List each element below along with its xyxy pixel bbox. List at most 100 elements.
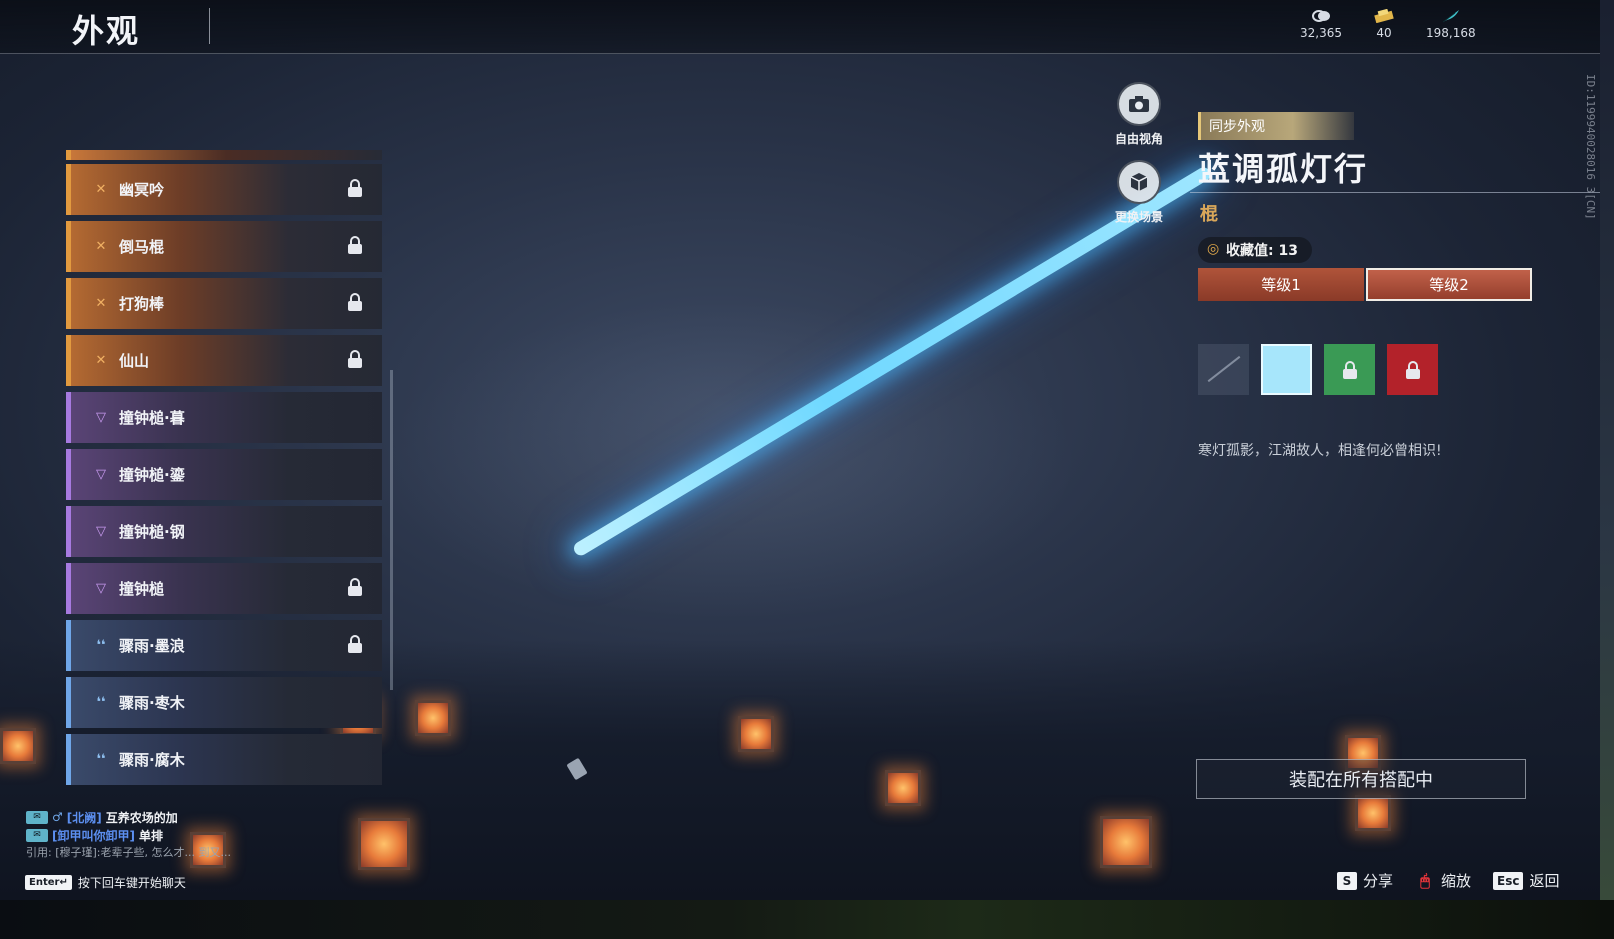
list-item-label: 撞钟槌·暮 xyxy=(119,409,185,427)
list-item-label: 骤雨·枣木 xyxy=(119,694,185,712)
list-item[interactable]: ▽ 撞钟槌 xyxy=(66,563,382,614)
mouse-icon: 🖱 xyxy=(1420,870,1430,890)
free-camera-button[interactable]: 自由视角 xyxy=(1110,82,1168,147)
item-name: 蓝调孤灯行 xyxy=(1198,150,1369,188)
chat-sender[interactable]: [北阙] xyxy=(67,809,102,826)
lock-icon xyxy=(348,350,362,368)
currency-coin[interactable]: 32,365 xyxy=(1300,8,1342,40)
chat-text: 互养农场的加 xyxy=(105,810,178,825)
equip-all-button[interactable]: 装配在所有搭配中 xyxy=(1196,759,1526,799)
rarity-purple-icon: ▽ xyxy=(96,524,106,539)
lock-icon xyxy=(348,578,362,596)
key-esc: Esc xyxy=(1493,871,1524,890)
back-label: 返回 xyxy=(1529,872,1560,890)
rarity-orange-icon: ✕ xyxy=(95,239,107,254)
list-item-label: 打狗棒 xyxy=(119,295,165,313)
chat-text: 单排 xyxy=(138,828,163,843)
chat-panel: ✉ ♂ [北阙] 互养农场的加 ✉ [卸甲叫你卸甲] 单排 引用: [穆子瑾]:… xyxy=(26,808,326,862)
list-item-label: 撞钟槌 xyxy=(119,580,165,598)
zoom-button[interactable]: 🖱 缩放 xyxy=(1415,870,1471,891)
list-item-label: 倒马棍 xyxy=(119,238,165,256)
right-edge xyxy=(1600,0,1614,900)
list-item[interactable]: ▽ 撞钟槌·鎏 xyxy=(66,449,382,500)
lantern xyxy=(885,770,921,806)
list-item-label: 撞钟槌·鎏 xyxy=(119,466,185,484)
list-item[interactable]: ✕ 仙山 xyxy=(66,335,382,386)
lantern xyxy=(1100,816,1152,868)
currency-bar: 32,365 40 198,168 xyxy=(1300,8,1476,40)
list-item[interactable]: ▽ 撞钟槌·钢 xyxy=(66,506,382,557)
page-title: 外观 xyxy=(72,12,141,50)
tab-level-2[interactable]: 等级2 xyxy=(1366,268,1532,301)
chat-input-hint[interactable]: Enter↵ 按下回车键开始聊天 xyxy=(25,874,186,891)
key-s: S xyxy=(1337,871,1357,890)
spiral-icon: ◎ xyxy=(1207,241,1220,257)
list-item[interactable]: ✕ 打狗棒 xyxy=(66,278,382,329)
swatch-none[interactable] xyxy=(1198,344,1249,395)
share-button[interactable]: S 分享 xyxy=(1337,870,1393,891)
lantern xyxy=(358,818,410,870)
camera-icon xyxy=(1117,82,1161,126)
male-icon: ♂ xyxy=(52,810,63,824)
list-item-label: 撞钟槌·钢 xyxy=(119,523,185,541)
list-item[interactable]: ✕ 倒马棍 xyxy=(66,221,382,272)
currency-value: 32,365 xyxy=(1300,26,1342,40)
player-id: ID:1199940028016 3[CN] xyxy=(1584,74,1597,220)
level-tabs: 等级1 等级2 xyxy=(1198,268,1532,301)
chat-message[interactable]: ✉ [卸甲叫你卸甲] 单排 xyxy=(26,826,326,844)
rarity-blue-icon: ❛❛ xyxy=(96,695,106,710)
zoom-label: 缩放 xyxy=(1441,872,1472,890)
currency-feather[interactable]: 198,168 xyxy=(1426,8,1476,40)
rarity-purple-icon: ▽ xyxy=(96,410,106,425)
swatch-green-locked[interactable] xyxy=(1324,344,1375,395)
cube-icon xyxy=(1117,160,1161,204)
chat-message[interactable]: ✉ ♂ [北阙] 互养农场的加 xyxy=(26,808,326,826)
bottom-edge xyxy=(0,900,1614,939)
currency-value: 198,168 xyxy=(1426,26,1476,40)
item-type: 棍 xyxy=(1200,204,1218,225)
ticket-icon xyxy=(1373,8,1395,24)
rarity-purple-icon: ▽ xyxy=(96,581,106,596)
rarity-orange-icon: ✕ xyxy=(95,182,107,197)
chat-quote: 引用: [穆子瑾]:老辈子些, 怎么才... 到又... xyxy=(26,846,231,859)
top-bar: 外观 32,365 40 198,168 xyxy=(0,0,1600,54)
list-item-partial xyxy=(66,150,382,160)
list-item-label: 幽冥吟 xyxy=(119,181,165,199)
hotkey-bar: S 分享 🖱 缩放 Esc 返回 xyxy=(1337,870,1560,891)
rarity-blue-icon: ❛❛ xyxy=(96,638,106,653)
coin-icon xyxy=(1310,8,1332,24)
currency-value: 40 xyxy=(1376,26,1392,40)
list-item-label: 骤雨·腐木 xyxy=(119,751,185,769)
sync-appearance-tag[interactable]: 同步外观 xyxy=(1198,112,1354,140)
divider xyxy=(1190,192,1600,193)
chat-sender[interactable]: [卸甲叫你卸甲] xyxy=(52,827,135,844)
lantern xyxy=(738,716,774,752)
list-item[interactable]: ❛❛ 骤雨·墨浪 xyxy=(66,620,382,671)
item-description: 寒灯孤影，江湖故人，相逢何必曾相识! xyxy=(1198,443,1442,459)
list-item[interactable]: ❛❛ 骤雨·腐木 xyxy=(66,734,382,785)
chat-badge-icon: ✉ xyxy=(26,810,48,824)
feather-icon xyxy=(1440,8,1462,24)
back-button[interactable]: Esc 返回 xyxy=(1493,870,1560,891)
list-item[interactable]: ✕ 幽冥吟 xyxy=(66,164,382,215)
lantern xyxy=(1355,795,1391,831)
appearance-list: ✕ 幽冥吟 ✕ 倒马棍 ✕ 打狗棒 ✕ 仙山 ▽ 撞钟槌·暮 ▽ 撞钟槌·鎏 ▽ 撞钟槌·钢 ▽ 撞钟槌 ❛❛ 骤… xyxy=(66,150,390,800)
swatch-red-locked[interactable] xyxy=(1387,344,1438,395)
lock-icon xyxy=(348,179,362,197)
lock-icon xyxy=(348,293,362,311)
title-divider xyxy=(209,8,210,44)
list-scrollbar[interactable] xyxy=(390,370,393,690)
swatch-cyan[interactable] xyxy=(1261,344,1312,395)
list-item[interactable]: ▽ 撞钟槌·暮 xyxy=(66,392,382,443)
change-scene-button[interactable]: 更换场景 xyxy=(1110,160,1168,225)
lantern xyxy=(0,728,36,764)
currency-ticket[interactable]: 40 xyxy=(1364,8,1404,40)
rarity-orange-icon: ✕ xyxy=(95,353,107,368)
rarity-blue-icon: ❛❛ xyxy=(96,752,106,767)
lock-icon xyxy=(1405,360,1420,379)
tab-level-1[interactable]: 等级1 xyxy=(1198,268,1364,301)
list-item[interactable]: ❛❛ 骤雨·枣木 xyxy=(66,677,382,728)
rarity-purple-icon: ▽ xyxy=(96,467,106,482)
enter-key: Enter↵ xyxy=(25,875,72,890)
share-label: 分享 xyxy=(1363,872,1394,890)
